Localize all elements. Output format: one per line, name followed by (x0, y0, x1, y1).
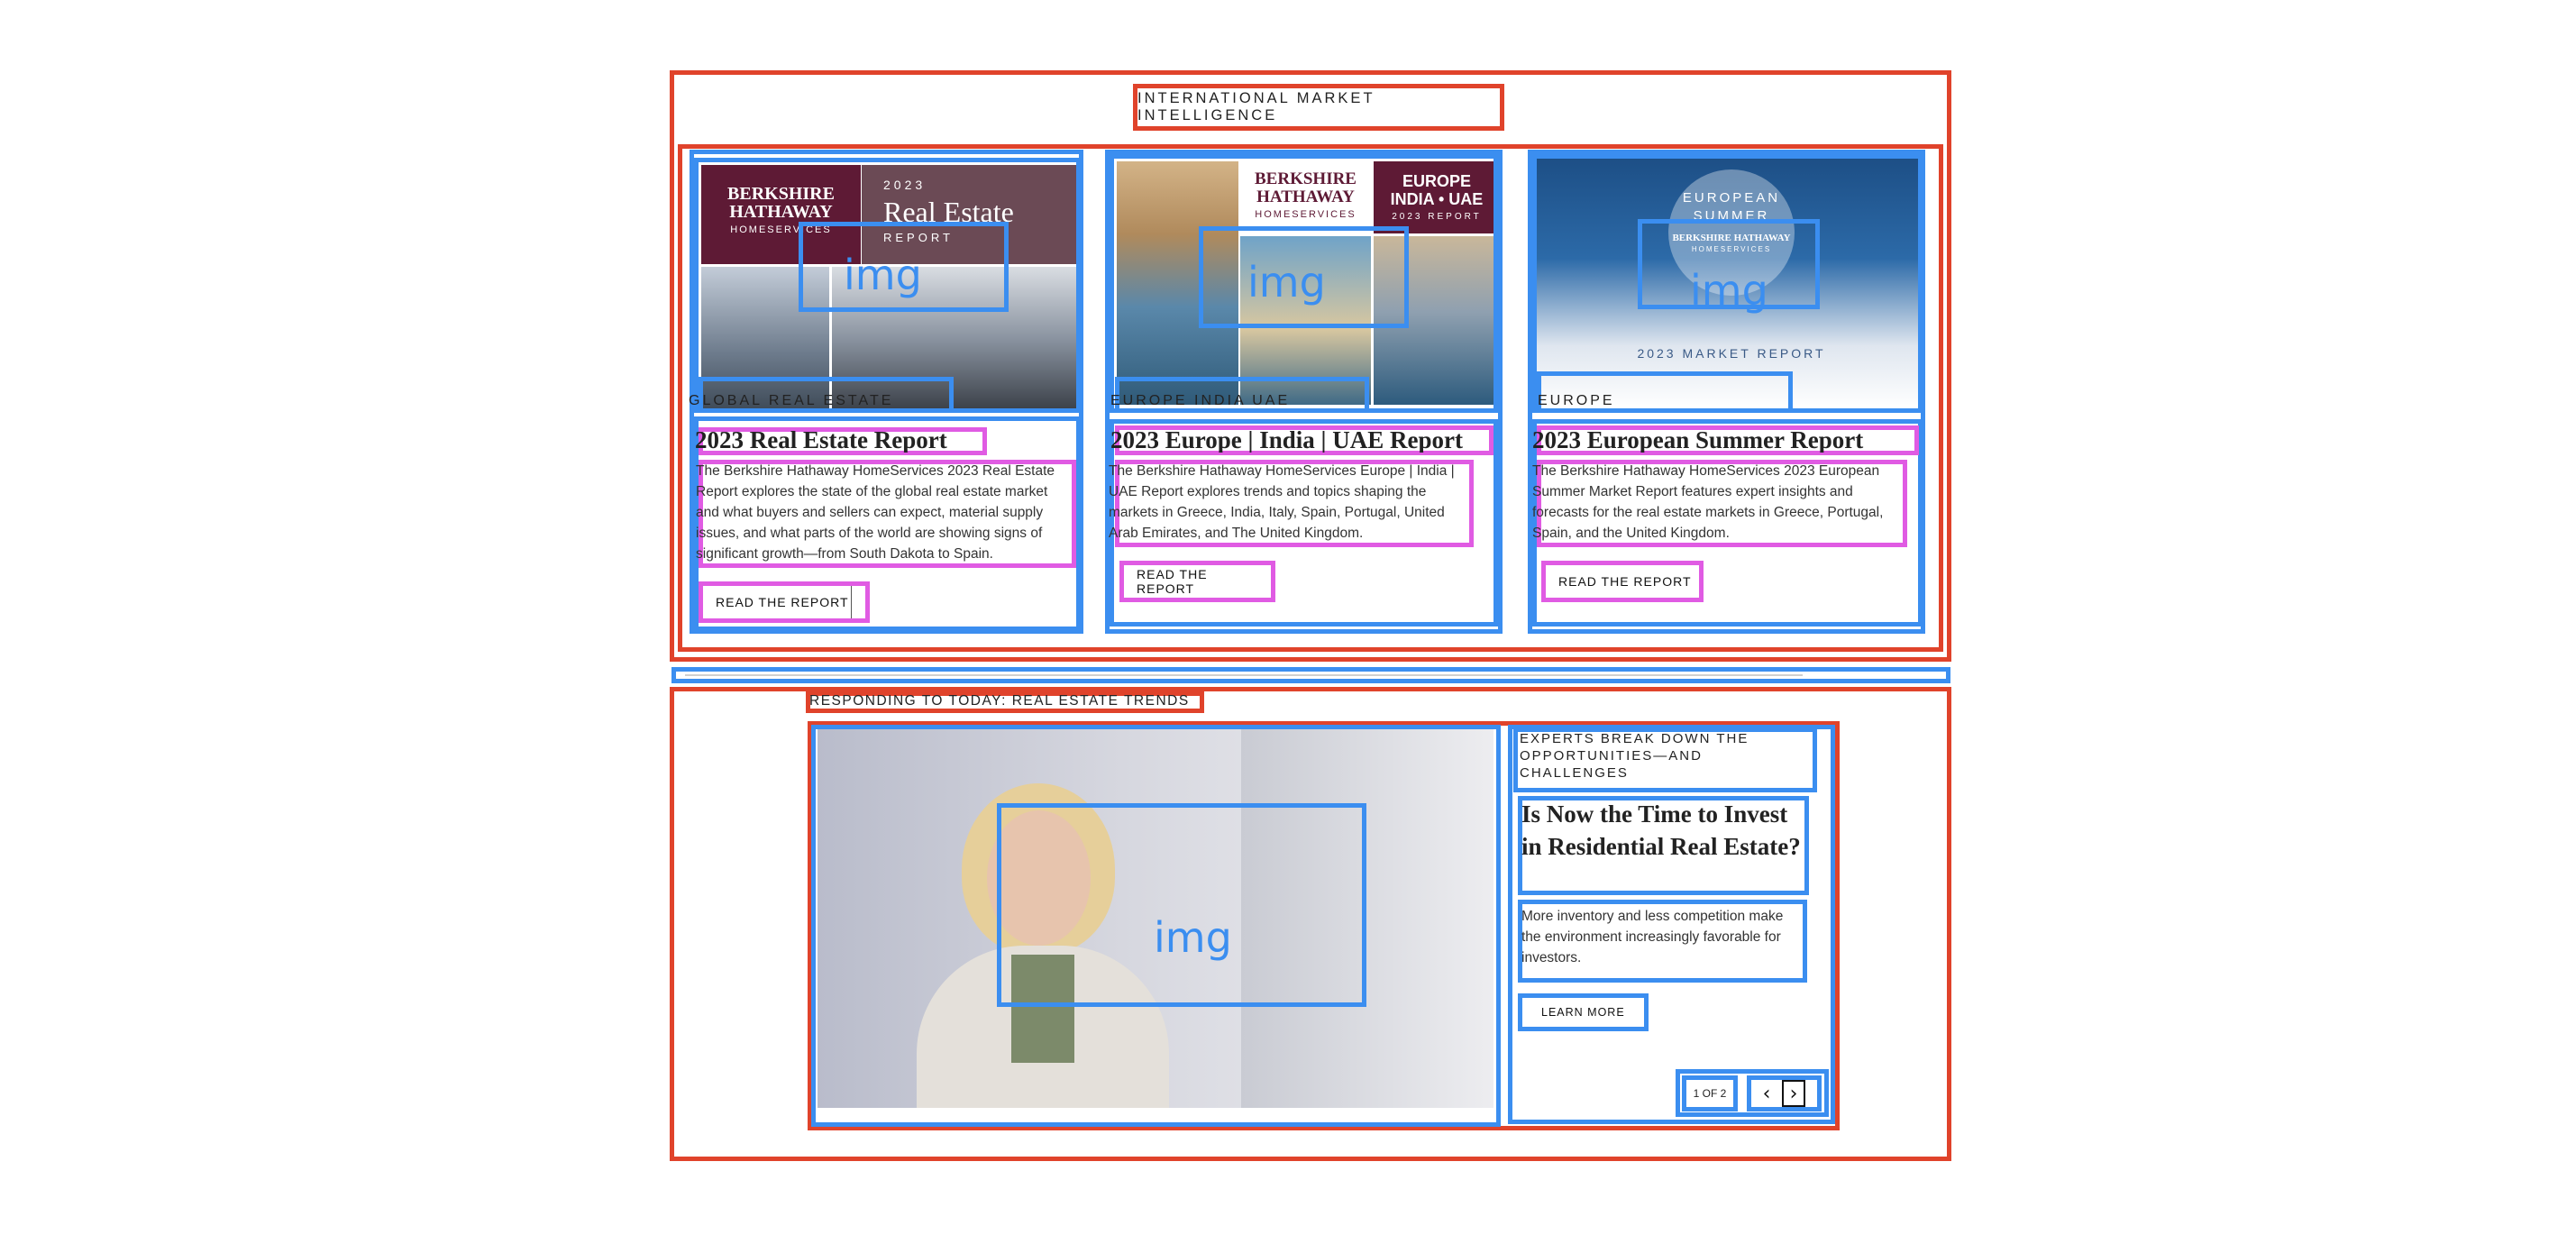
feature-kicker: EXPERTS BREAK DOWN THE OPPORTUNITIES—AND… (1520, 731, 1749, 781)
report-headline-2: EUROPE INDIA • UAE (1390, 172, 1484, 208)
chevron-left-icon[interactable]: ‹ (1755, 1080, 1778, 1107)
read-report-button-1[interactable]: READ THE REPORT (703, 586, 852, 618)
carousel-page-indicator: 1 OF 2 (1682, 1075, 1738, 1111)
chevron-right-icon[interactable]: › (1782, 1080, 1805, 1107)
brand-logo-sub-2: HOMESERVICES (1255, 209, 1357, 220)
report-card-3-title: 2023 European Summer Report (1532, 427, 1864, 453)
report-card-1-description: The Berkshire Hathaway HomeServices 2023… (696, 463, 1055, 562)
learn-more-button[interactable]: LEARN MORE (1523, 998, 1642, 1027)
report-card-1-title: 2023 Real Estate Report (695, 427, 947, 453)
report-card-2-title: 2023 Europe | India | UAE Report (1110, 427, 1463, 453)
brand-logo-text-2: BERKSHIRE HATHAWAY (1255, 169, 1357, 206)
image-placeholder-2 (1199, 226, 1409, 328)
feature-description: More inventory and less competition make… (1521, 909, 1784, 965)
report-headline-sub-2: 2023 REPORT (1392, 212, 1482, 222)
image-placeholder-3 (1638, 219, 1820, 309)
report-year: 2023 (883, 178, 927, 192)
report-card-2-description: The Berkshire Hathaway HomeServices Euro… (1109, 463, 1455, 541)
report-footer-3: 2023 MARKET REPORT (1637, 346, 1826, 361)
feature-title: Is Now the Time to Invest in Residential… (1521, 800, 1801, 860)
report-card-3-description: The Berkshire Hathaway HomeServices 2023… (1532, 463, 1884, 541)
divider-line (685, 674, 1803, 676)
image-placeholder-4 (997, 803, 1366, 1007)
section-heading-box: INTERNATIONAL MARKET INTELLIGENCE (1133, 84, 1504, 131)
read-report-button-3[interactable]: READ THE REPORT (1546, 565, 1694, 598)
brand-logo-text: BERKSHIRE HATHAWAY (727, 184, 835, 222)
brand-logo-panel-2: BERKSHIRE HATHAWAY HOMESERVICES (1240, 161, 1371, 233)
report-card-1-kicker: GLOBAL REAL ESTATE (689, 393, 894, 408)
section-heading: INTERNATIONAL MARKET INTELLIGENCE (1137, 90, 1375, 123)
trends-heading: RESPONDING TO TODAY: REAL ESTATE TRENDS (809, 693, 1190, 709)
read-report-button-2[interactable]: READ THE REPORT (1124, 565, 1268, 598)
report-card-2-kicker: EUROPE INDIA UAE (1110, 393, 1291, 408)
report-card-3-kicker: EUROPE (1538, 393, 1615, 408)
report-title-panel-2: EUROPE INDIA • UAE 2023 REPORT (1374, 161, 1494, 233)
image-placeholder-1 (799, 222, 1009, 312)
